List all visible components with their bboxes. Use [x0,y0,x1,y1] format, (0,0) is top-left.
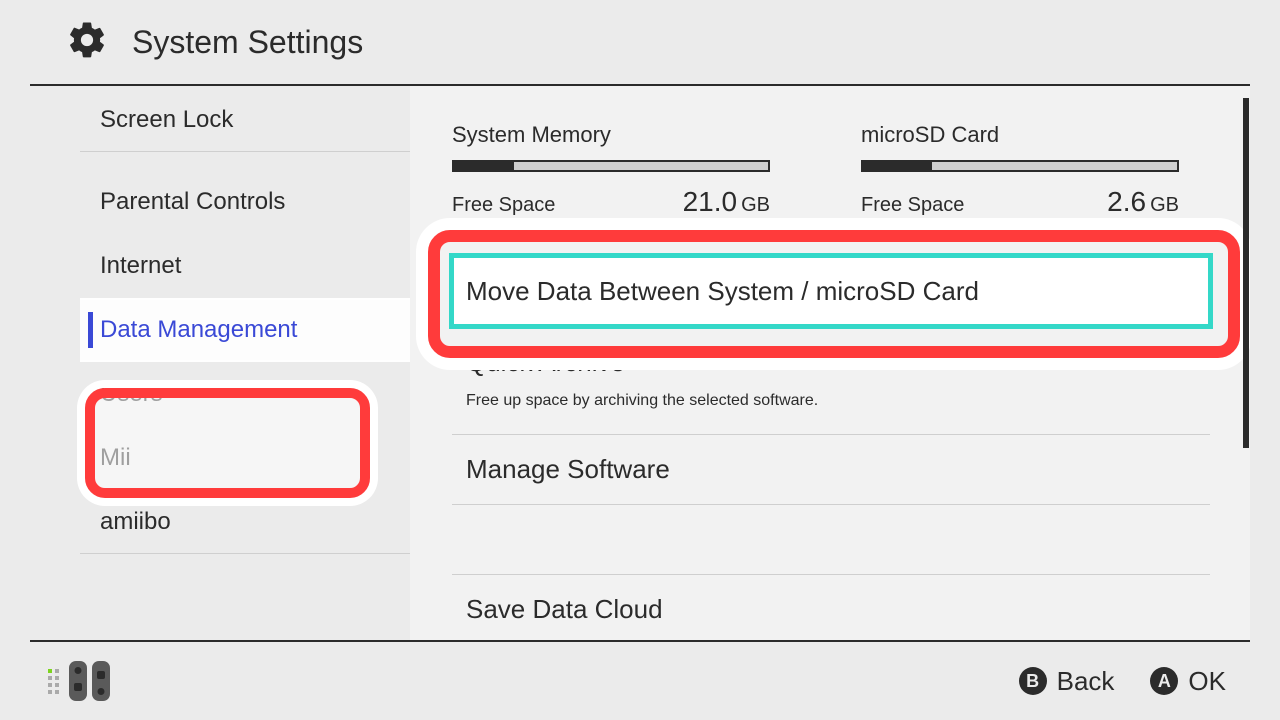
option-label: Save Data Cloud [466,594,663,625]
joycon-left-icon [69,661,87,701]
sidebar-item-parental-controls[interactable]: Parental Controls [80,170,410,234]
free-space-label: Free Space [452,194,555,217]
option-quick-archive[interactable]: Quick Archive Free up space by archiving… [452,326,1210,434]
storage-title: System Memory [452,122,801,148]
option-move-data[interactable]: Move Data Between System / microSD Card [452,256,1210,326]
header: System Settings [30,0,1250,86]
content: Screen Lock Parental Controls Internet D… [30,86,1250,642]
joycon-right-icon [92,661,110,701]
page-title: System Settings [132,24,363,61]
sidebar-item-internet[interactable]: Internet [80,234,410,298]
spacer-row [452,504,1210,574]
hint-back: B Back [1019,666,1115,697]
gear-icon [66,19,108,66]
option-save-data-cloud[interactable]: Save Data Cloud [452,574,1210,640]
sidebar-item-label: Mii [100,444,131,472]
storage-microsd: microSD Card Free Space 2.6GB [861,122,1210,218]
sidebar-item-amiibo[interactable]: amiibo [80,490,410,554]
free-space-value: 2.6GB [1107,186,1179,218]
sidebar-item-label: Internet [100,252,181,280]
player-dots-icon [48,669,59,694]
sidebar-item-data-management[interactable]: Data Management [80,298,410,362]
sidebar: Screen Lock Parental Controls Internet D… [30,86,410,640]
storage-bar-fill [863,162,932,170]
hint-label: Back [1057,666,1115,697]
option-label: Move Data Between System / microSD Card [466,276,979,307]
sidebar-item-mii[interactable]: Mii [80,426,410,490]
option-label: Quick Archive [466,347,1210,378]
storage-bar-fill [454,162,514,170]
free-space-value: 21.0GB [683,186,770,218]
option-subtitle: Free up space by archiving the selected … [466,392,1210,410]
sidebar-item-label: Parental Controls [100,188,285,216]
scrollbar[interactable] [1243,98,1249,632]
sidebar-item-label: amiibo [100,508,171,536]
controller-indicator [48,661,113,701]
sidebar-item-users[interactable]: Users [80,362,410,426]
hint-label: OK [1188,666,1226,697]
sidebar-item-label: Users [100,380,163,408]
storage-title: microSD Card [861,122,1210,148]
main-panel: System Memory Free Space 21.0GB microSD … [410,86,1250,640]
scrollbar-thumb[interactable] [1243,98,1249,448]
option-manage-software[interactable]: Manage Software [452,434,1210,504]
a-button-icon: A [1150,667,1178,695]
option-label: Manage Software [466,454,670,485]
storage-system-memory: System Memory Free Space 21.0GB [452,122,801,218]
free-space-label: Free Space [861,194,964,217]
b-button-icon: B [1019,667,1047,695]
sidebar-item-label: Data Management [100,316,297,344]
storage-row: System Memory Free Space 21.0GB microSD … [452,122,1210,218]
sidebar-item-label: Screen Lock [100,106,233,134]
sidebar-item-screen-lock[interactable]: Screen Lock [80,88,410,152]
storage-bar [452,160,770,172]
footer: B Back A OK [0,642,1280,720]
storage-bar [861,160,1179,172]
hint-ok: A OK [1150,666,1226,697]
